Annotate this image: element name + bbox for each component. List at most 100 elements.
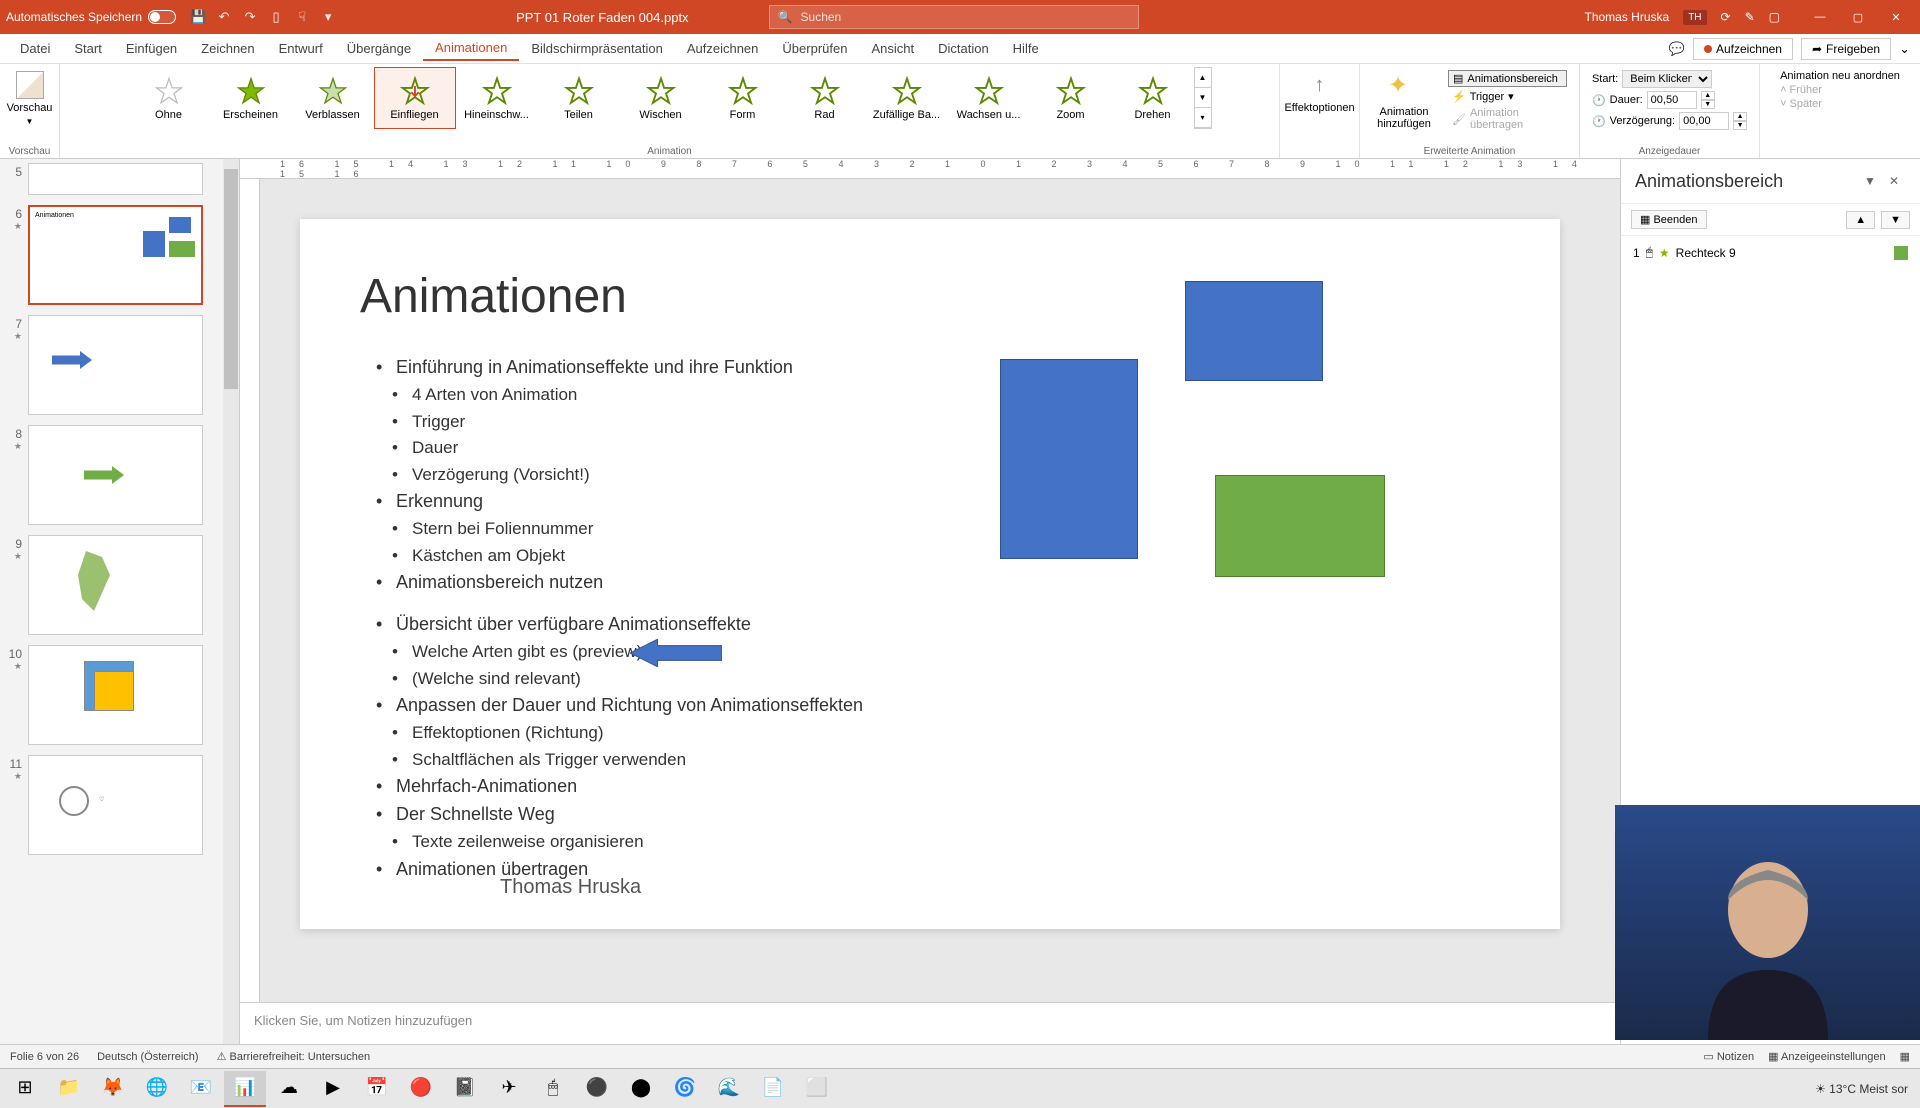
comments-icon[interactable]: 💬 (1669, 41, 1685, 57)
anim-rad[interactable]: Rad (784, 67, 866, 129)
move-up-button[interactable]: ▲ (1846, 211, 1875, 229)
thumb-7[interactable] (28, 315, 203, 415)
tab-bildschirm[interactable]: Bildschirmpräsentation (519, 37, 675, 60)
thumb-8[interactable] (28, 425, 203, 525)
start-select[interactable]: Beim Klicken (1622, 70, 1712, 88)
shape-blue-arrow[interactable] (630, 639, 722, 667)
slide-title[interactable]: Animationen (360, 269, 1500, 324)
tab-einfuegen[interactable]: Einfügen (114, 37, 189, 60)
obs-icon[interactable]: ⚫ (576, 1071, 618, 1107)
qat-more-icon[interactable]: ▾ (320, 9, 336, 25)
explorer-icon[interactable]: 📁 (48, 1071, 90, 1107)
dauer-spinner[interactable]: ▲▼ (1701, 91, 1715, 109)
firefox-icon[interactable]: 🦊 (92, 1071, 134, 1107)
vorschau-button[interactable]: Vorschau ▼ (0, 67, 60, 130)
app-icon-4[interactable]: ⬤ (620, 1071, 662, 1107)
user-name[interactable]: Thomas Hruska (1584, 10, 1669, 24)
anim-zufaellige[interactable]: Zufällige Ba... (866, 67, 948, 129)
onenote-icon[interactable]: 📓 (444, 1071, 486, 1107)
effektoptionen-button[interactable]: ↑ Effektoptionen (1276, 67, 1362, 118)
beenden-button[interactable]: ▦ Beenden (1631, 210, 1707, 229)
anim-wachsen[interactable]: Wachsen u... (948, 67, 1030, 129)
vlc-icon[interactable]: ▶ (312, 1071, 354, 1107)
anim-form[interactable]: Form (702, 67, 784, 129)
touch-icon[interactable]: ☟ (294, 9, 310, 25)
anim-hineinschw[interactable]: Hineinschw... (456, 67, 538, 129)
trigger-button[interactable]: ⚡Trigger ▾ (1448, 89, 1567, 104)
powerpoint-icon[interactable]: 📊 (224, 1071, 266, 1107)
autosave-toggle[interactable] (148, 10, 176, 24)
slideshow-icon[interactable]: ▯ (268, 9, 284, 25)
tab-hilfe[interactable]: Hilfe (1001, 37, 1051, 60)
language-status[interactable]: Deutsch (Österreich) (97, 1051, 198, 1063)
chrome-icon[interactable]: 🌐 (136, 1071, 178, 1107)
move-down-button[interactable]: ▼ (1881, 211, 1910, 229)
thumb-scrollbar[interactable] (223, 159, 239, 1044)
thumb-10[interactable] (28, 645, 203, 745)
shape-blue-rect-1[interactable] (1000, 359, 1138, 559)
app-icon-5[interactable]: 🌀 (664, 1071, 706, 1107)
tab-dictation[interactable]: Dictation (926, 37, 1001, 60)
tab-aufzeichnen[interactable]: Aufzeichnen (675, 37, 771, 60)
thumb-11[interactable]: ♡ (28, 755, 203, 855)
sync-icon[interactable]: ⟳ (1721, 10, 1731, 24)
anim-verblassen[interactable]: Verblassen (292, 67, 374, 129)
search-input[interactable] (801, 10, 1130, 24)
redo-icon[interactable]: ↷ (242, 9, 258, 25)
anim-ohne[interactable]: Ohne (128, 67, 210, 129)
thumb-9[interactable] (28, 535, 203, 635)
telegram-icon[interactable]: ✈ (488, 1071, 530, 1107)
anim-drehen[interactable]: Drehen (1112, 67, 1194, 129)
slide-body[interactable]: Einführung in Animationseffekte und ihre… (360, 354, 1500, 883)
tab-entwurf[interactable]: Entwurf (267, 37, 335, 60)
edge-icon[interactable]: 🌊 (708, 1071, 750, 1107)
slide-counter[interactable]: Folie 6 von 26 (10, 1051, 79, 1063)
weather-widget[interactable]: ☀ 13°C Meist sor (1815, 1082, 1908, 1096)
anim-erscheinen[interactable]: Erscheinen (210, 67, 292, 129)
outlook-icon[interactable]: 📧 (180, 1071, 222, 1107)
search-box[interactable]: 🔍 (769, 5, 1139, 29)
tab-datei[interactable]: Datei (8, 37, 62, 60)
notizen-toggle[interactable]: ▭ Notizen (1703, 1050, 1754, 1063)
frueher-button[interactable]: ˄ Früher (1780, 84, 1900, 96)
thumb-5[interactable] (28, 163, 203, 195)
tab-zeichnen[interactable]: Zeichnen (189, 37, 266, 60)
draw-icon[interactable]: ✎ (1745, 10, 1755, 24)
tab-uebergaenge[interactable]: Übergänge (335, 37, 423, 60)
app-icon-6[interactable]: ⬜ (796, 1071, 838, 1107)
ribbon-collapse-icon[interactable]: ⌄ (1899, 41, 1910, 57)
slide-canvas-area[interactable]: Animationen Einführung in Animationseffe… (260, 179, 1620, 1002)
animation-uebertragen-button[interactable]: 🖌Animation übertragen (1448, 106, 1567, 132)
verzoegerung-input[interactable] (1679, 112, 1729, 130)
tab-ansicht[interactable]: Ansicht (859, 37, 926, 60)
word-icon[interactable]: 📄 (752, 1071, 794, 1107)
slide-canvas[interactable]: Animationen Einführung in Animationseffe… (300, 219, 1560, 929)
close-button[interactable]: ✕ (1878, 4, 1914, 30)
window-icon[interactable]: ▢ (1769, 10, 1780, 24)
pane-close-icon[interactable]: ✕ (1882, 169, 1906, 193)
start-button[interactable]: ⊞ (4, 1071, 46, 1107)
tab-animationen[interactable]: Animationen (423, 36, 519, 61)
user-avatar[interactable]: TH (1683, 10, 1706, 25)
anim-wischen[interactable]: Wischen (620, 67, 702, 129)
save-icon[interactable]: 💾 (190, 9, 206, 25)
freigeben-button[interactable]: ➦Freigeben (1801, 38, 1891, 60)
spaeter-button[interactable]: ˅ Später (1780, 98, 1900, 110)
gallery-scroll[interactable]: ▲▼▾ (1194, 67, 1212, 129)
app-icon-1[interactable]: ☁ (268, 1071, 310, 1107)
minimize-button[interactable]: — (1802, 4, 1838, 30)
accessibility-status[interactable]: ⚠ Barrierefreiheit: Untersuchen (217, 1050, 371, 1063)
thumb-6[interactable]: Animationen (28, 205, 203, 305)
animationsbereich-toggle[interactable]: ▤Animationsbereich (1448, 70, 1567, 87)
view-normal-icon[interactable]: ▦ (1900, 1050, 1910, 1063)
shape-blue-rect-2[interactable] (1185, 281, 1323, 381)
notes-area[interactable]: Klicken Sie, um Notizen hinzuzufügen (240, 1002, 1620, 1044)
dauer-input[interactable] (1647, 91, 1697, 109)
maximize-button[interactable]: ▢ (1840, 4, 1876, 30)
anim-teilen[interactable]: Teilen (538, 67, 620, 129)
anim-zoom[interactable]: Zoom (1030, 67, 1112, 129)
tab-start[interactable]: Start (62, 37, 113, 60)
animation-hinzufuegen-button[interactable]: ✦ Animation hinzufügen (1366, 67, 1442, 135)
app-icon-3[interactable]: 🖱 (532, 1071, 574, 1107)
thumbnail-panel[interactable]: 5 6★Animationen 7★ 8★ 9★ 10★ 11★♡ (0, 159, 240, 1044)
